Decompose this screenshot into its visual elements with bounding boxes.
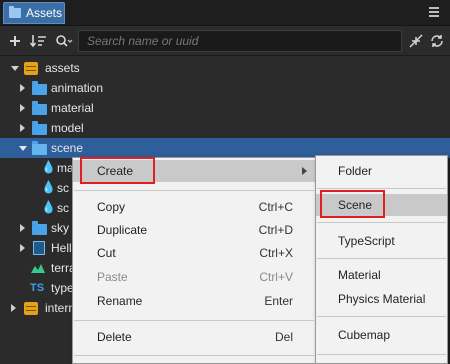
- folder-icon: [32, 121, 47, 135]
- menu-item-label: Duplicate: [97, 223, 148, 237]
- scene-file-icon: 💧: [41, 160, 56, 174]
- tree-item-label: type: [51, 281, 74, 295]
- menu-item-shortcut: Ctrl+V: [259, 270, 293, 284]
- folder-icon: [32, 81, 47, 95]
- menu-item-shortcut: Del: [274, 330, 293, 344]
- menu-item-cut[interactable]: Cut Ctrl+X: [73, 242, 315, 264]
- menu-item-label: Copy: [97, 200, 126, 214]
- menu-divider: [74, 320, 314, 321]
- database-icon: [24, 62, 38, 75]
- submenu-item-label: TypeScript: [338, 234, 395, 248]
- terrain-icon: [31, 264, 45, 273]
- tree-item-animation[interactable]: animation: [0, 78, 450, 98]
- submenu-item-label: Folder: [338, 164, 373, 178]
- panel-header: Assets: [0, 0, 450, 26]
- menu-divider: [74, 190, 314, 191]
- expand-arrow-icon[interactable]: [20, 224, 25, 232]
- menu-item-delete[interactable]: Delete Del: [73, 326, 315, 348]
- expand-arrow-icon[interactable]: [20, 124, 25, 132]
- menu-item-copy[interactable]: Copy Ctrl+C: [73, 196, 315, 218]
- menu-divider: [317, 258, 446, 259]
- tree-item-label: sky: [51, 221, 69, 235]
- folder-icon: [9, 6, 21, 18]
- tree-item-label: sc: [57, 181, 69, 195]
- expand-arrow-icon[interactable]: [20, 244, 25, 252]
- highlight-box-scene: [320, 190, 385, 218]
- menu-item-shortcut: Ctrl+D: [258, 223, 293, 237]
- tree-item-label: animation: [51, 81, 104, 95]
- menu-item-rename[interactable]: Rename Enter: [73, 290, 315, 312]
- context-menu: Create Copy Ctrl+C Duplicate Ctrl+D Cut …: [72, 157, 316, 364]
- menu-item-paste[interactable]: Paste Ctrl+V: [73, 266, 315, 288]
- folder-open-icon: [32, 141, 47, 155]
- tree-item-model[interactable]: model: [0, 118, 450, 138]
- sort-icon[interactable]: [29, 32, 49, 50]
- menu-item-label: Delete: [97, 330, 132, 344]
- create-submenu: Folder Scene TypeScript Material Physics…: [315, 155, 448, 364]
- menu-item-duplicate[interactable]: Duplicate Ctrl+D: [73, 219, 315, 241]
- panel-menu-icon[interactable]: [428, 6, 440, 18]
- menu-divider: [317, 316, 446, 317]
- scene-file-icon: 💧: [41, 200, 56, 214]
- search-filter-icon[interactable]: [54, 32, 74, 50]
- refresh-icon[interactable]: [429, 32, 445, 50]
- expand-arrow-icon[interactable]: [20, 84, 25, 92]
- menu-item-shortcut: Ctrl+C: [258, 200, 293, 214]
- tree-item-label: Hell: [51, 241, 72, 255]
- menu-divider: [317, 354, 446, 355]
- prefab-icon: [33, 241, 45, 255]
- tree-item-label: scene: [51, 141, 84, 155]
- expand-arrow-icon[interactable]: [11, 304, 16, 312]
- menu-item-shortcut: Ctrl+X: [259, 246, 293, 260]
- tree-item-label: assets: [45, 61, 80, 75]
- collapse-all-icon[interactable]: [408, 32, 424, 50]
- submenu-item-typescript[interactable]: TypeScript: [316, 230, 447, 252]
- menu-item-label: Rename: [97, 294, 143, 308]
- menu-item-label: Paste: [97, 270, 128, 284]
- search-input[interactable]: [87, 34, 401, 48]
- menu-item-shortcut: Enter: [264, 294, 293, 308]
- toolbar: [0, 26, 450, 56]
- folder-icon: [32, 221, 47, 235]
- add-icon[interactable]: [7, 32, 23, 50]
- expand-arrow-icon[interactable]: [11, 66, 19, 71]
- submenu-item-folder[interactable]: Folder: [316, 160, 447, 182]
- tree-item-label: model: [51, 121, 84, 135]
- submenu-item-physics-material[interactable]: Physics Material: [316, 288, 447, 310]
- menu-divider: [317, 188, 446, 189]
- menu-divider: [74, 355, 314, 356]
- expand-arrow-icon[interactable]: [19, 146, 27, 151]
- tree-item-label: sc: [57, 201, 69, 215]
- search-field[interactable]: [78, 30, 402, 52]
- submenu-item-cubemap[interactable]: Cubemap: [316, 324, 447, 346]
- submenu-item-material[interactable]: Material: [316, 264, 447, 286]
- submenu-item-label: Cubemap: [338, 328, 391, 342]
- tree-item-label: material: [51, 101, 94, 115]
- tree-item-material[interactable]: material: [0, 98, 450, 118]
- database-icon: [24, 302, 38, 315]
- tab-assets[interactable]: Assets: [3, 2, 65, 24]
- submenu-arrow-icon: [302, 167, 307, 175]
- menu-divider: [317, 222, 446, 223]
- highlight-box-create: [80, 157, 155, 184]
- menu-item-label: Cut: [97, 246, 116, 260]
- scene-file-icon: 💧: [41, 180, 56, 194]
- expand-arrow-icon[interactable]: [20, 104, 25, 112]
- tab-label: Assets: [26, 6, 63, 20]
- tree-item-label: intern: [45, 301, 76, 315]
- submenu-item-label: Physics Material: [338, 292, 426, 306]
- folder-icon: [32, 101, 47, 115]
- submenu-item-label: Material: [338, 268, 381, 282]
- typescript-icon: TS: [30, 282, 45, 294]
- tree-item-assets[interactable]: assets: [0, 58, 450, 78]
